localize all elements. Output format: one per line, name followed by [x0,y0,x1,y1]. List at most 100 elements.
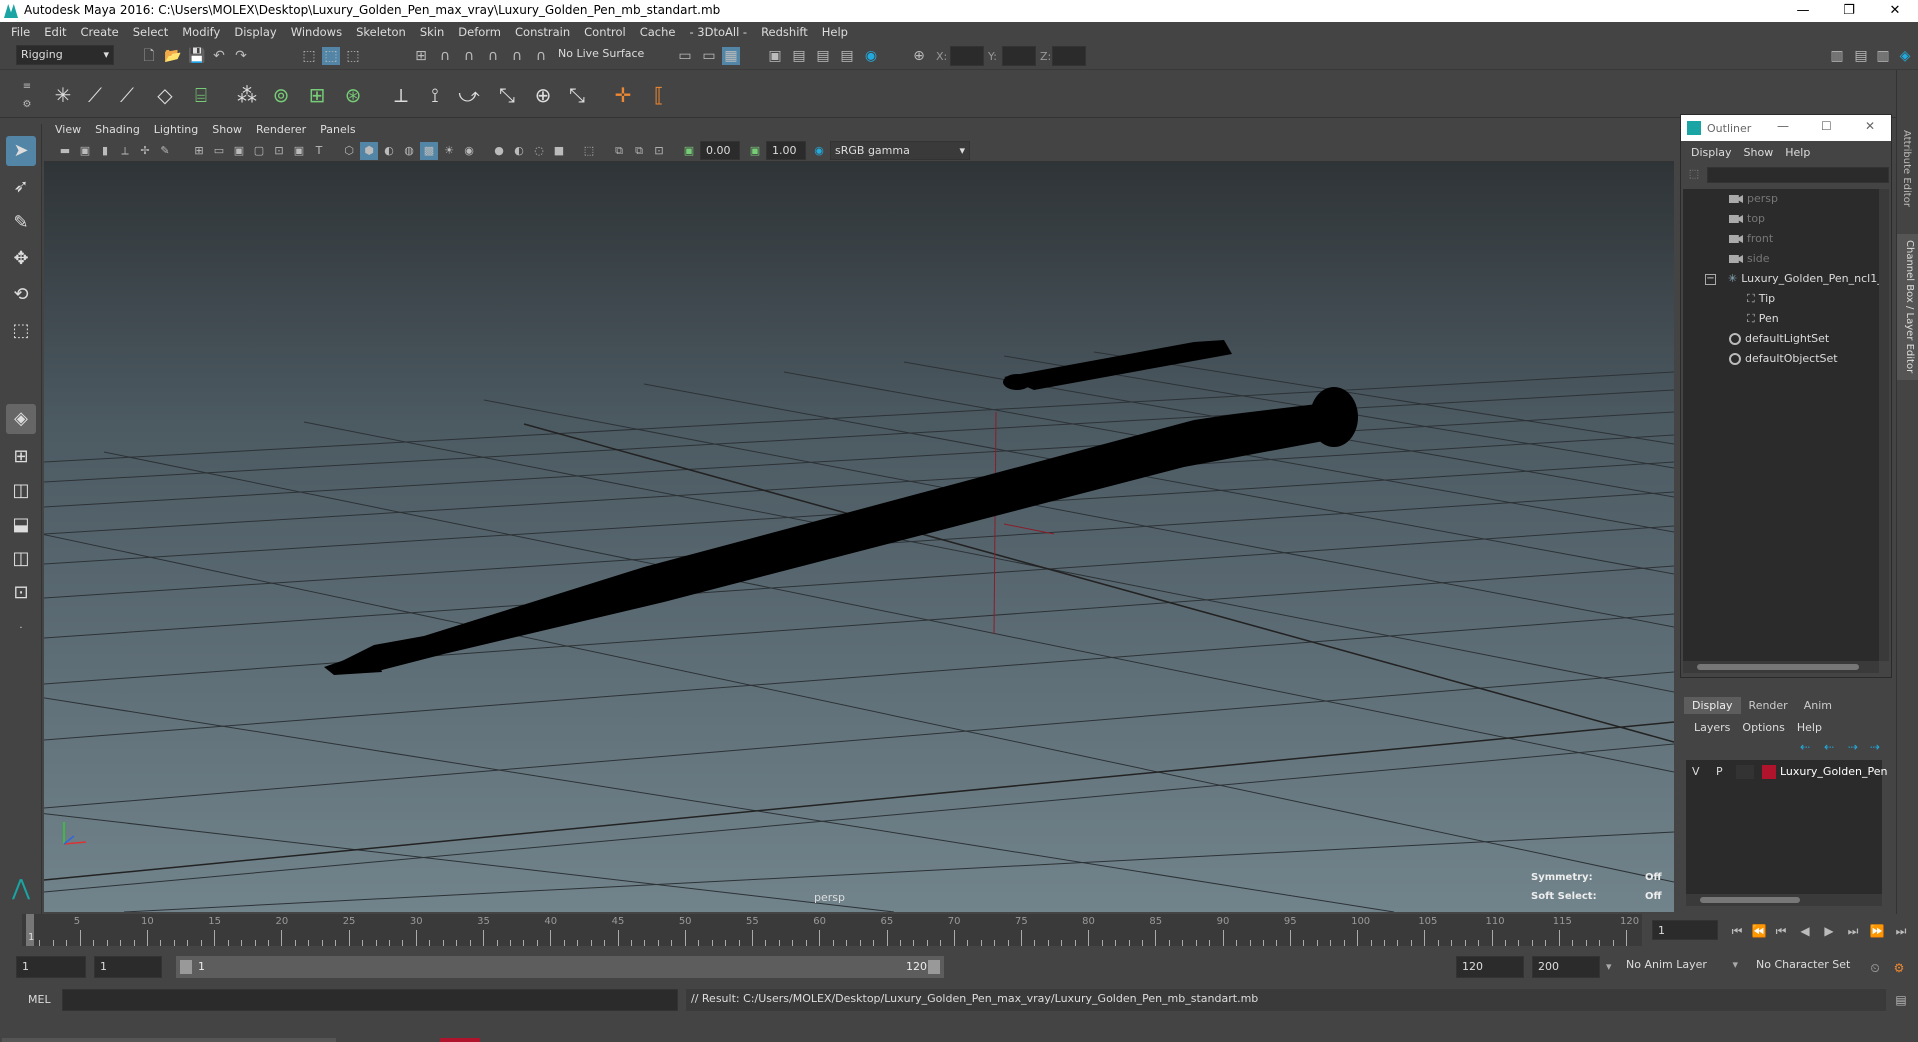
layer-move-down-icon[interactable]: ⇠ [1824,740,1834,754]
outliner-menu-display[interactable]: Display [1685,146,1738,159]
menu-3dtoall[interactable]: - 3DtoAll - [682,22,754,42]
outliner-menu-help[interactable]: Help [1779,146,1816,159]
attribute-editor-tab[interactable]: Attribute Editor [1901,130,1912,207]
layer-playback-toggle[interactable]: P [1716,765,1723,778]
shelf-settings-icon[interactable]: ⚙ [18,96,36,114]
smooth-bind-icon[interactable]: ⟂ [386,80,416,110]
outliner-vertical-scrollbar[interactable] [1879,189,1889,661]
menu-cache[interactable]: Cache [633,22,683,42]
motion-blur-icon[interactable]: ● [490,142,508,160]
camera-select-icon[interactable]: ▬ [56,142,74,160]
menuset-dropdown[interactable]: Rigging ▾ [16,45,114,65]
cluster-icon[interactable]: ⁂ [232,80,262,110]
layer-menu-options[interactable]: Options [1736,721,1790,734]
outliner-scroll-thumb[interactable] [1697,664,1859,670]
time-slider[interactable]: 5 10 15 20 25 30 35 40 45 50 55 60 65 70 75 80 85 90 95 100… [0,914,1918,952]
outliner-item-top[interactable]: top [1729,209,1765,229]
step-back-frame-icon[interactable]: ⏪ [1750,922,1768,940]
current-frame-field[interactable]: 1 [1652,920,1718,940]
viewport-menu-shading[interactable]: Shading [88,120,147,140]
chevron-down-icon[interactable]: ▾ [1606,960,1612,973]
menu-redshift[interactable]: Redshift [754,22,815,42]
range-end-handle[interactable] [928,960,940,974]
output-ops-icon[interactable]: ▭ [700,47,718,65]
collapse-icon[interactable]: − [1705,273,1716,285]
smooth-shade-icon[interactable]: ⬢ [360,142,378,160]
gamma-icon[interactable]: ▣ [746,142,764,160]
live-surface-field[interactable]: No Live Surface [554,45,648,65]
channel-box-toggle-icon[interactable]: ▤ [1852,47,1870,65]
move-tool-icon[interactable]: ✥ [6,244,36,274]
menu-display[interactable]: Display [227,22,283,42]
hypershade-icon[interactable]: ◉ [862,47,880,65]
aim-constraint-icon[interactable]: ⊕ [528,80,558,110]
outliner-item-default-light-set[interactable]: defaultLightSet [1729,329,1829,349]
transform-constraint-icon[interactable]: ⊕ [910,47,928,65]
menu-edit[interactable]: Edit [37,22,73,42]
outliner-horizontal-scrollbar[interactable] [1683,661,1879,673]
menu-windows[interactable]: Windows [284,22,349,42]
construction-history-icon[interactable]: ▦ [722,47,740,65]
outliner-item-pen-group[interactable]: − ✳ Luxury_Golden_Pen_ncl1_ [1705,269,1883,289]
channel-box-tab[interactable]: Channel Box / Layer Editor [1897,234,1918,380]
select-component-icon[interactable]: ⬚ [344,47,362,65]
auto-key-icon[interactable]: ⏲ [1866,959,1884,977]
resolution-gate-icon[interactable]: ▣ [230,142,248,160]
outliner-close-button[interactable]: ✕ [1865,119,1875,133]
step-back-key-icon[interactable]: ⏮ [1772,922,1790,940]
render-view-icon[interactable]: ▣ [766,47,784,65]
play-forwards-icon[interactable]: ▶ [1820,922,1838,940]
undo-icon[interactable]: ↶ [210,47,228,65]
colorspace-dropdown[interactable]: sRGB gamma ▾ [830,141,970,160]
close-button[interactable]: ✕ [1872,0,1918,22]
outliner-search-input[interactable] [1707,167,1889,183]
two-pane-stacked-icon[interactable]: ⬓ [6,510,36,540]
animation-end-field[interactable]: 200 [1532,956,1600,978]
render-current-icon[interactable]: ▤ [790,47,808,65]
custom-layout-icon[interactable]: · [6,614,36,644]
lasso-tool-icon[interactable]: ➶ [6,172,36,202]
layer-type-toggle[interactable] [1736,765,1754,779]
wireframe-icon[interactable]: ⬡ [340,142,358,160]
range-start-handle[interactable] [180,960,192,974]
point-constraint-icon[interactable]: ⤡ [492,80,522,110]
xray-icon[interactable]: ⬚ [580,142,598,160]
layer-scroll-thumb[interactable] [1700,897,1800,903]
x-coord-field[interactable] [950,46,984,66]
menu-control[interactable]: Control [577,22,633,42]
playback-start-field[interactable]: 1 [94,956,162,978]
depth-of-field-icon[interactable]: ◌ [530,142,548,160]
tab-display[interactable]: Display [1684,696,1741,714]
exposure-icon[interactable]: ▣ [680,142,698,160]
restore-button[interactable]: ❐ [1826,0,1872,22]
script-editor-icon[interactable]: ▤ [1892,991,1910,1009]
menu-help[interactable]: Help [815,22,855,42]
multisample-icon[interactable]: ◐ [510,142,528,160]
color-management-icon[interactable]: ◉ [810,142,828,160]
single-pane-icon[interactable]: ◈ [6,404,36,434]
time-slider-track[interactable]: 5 10 15 20 25 30 35 40 45 50 55 60 65 70 75 80 85 90 95 100… [22,914,1642,946]
new-scene-icon[interactable]: 🗋 [140,47,158,65]
two-pane-side-icon[interactable]: ◫ [6,476,36,506]
animation-preferences-icon[interactable]: ⚙ [1890,959,1908,977]
tab-anim[interactable]: Anim [1796,697,1840,714]
ik-handle-icon[interactable]: ⟋ [80,80,110,110]
select-tool-icon[interactable]: ➤ [6,136,36,166]
layer-move-up-icon[interactable]: ⇠ [1800,740,1810,754]
menu-modify[interactable]: Modify [175,22,227,42]
isolate-view-icon[interactable]: ⊡ [650,142,668,160]
new-layer-icon[interactable]: ⇢ [1848,740,1858,754]
outliner-menu-show[interactable]: Show [1738,146,1780,159]
input-ops-icon[interactable]: ▭ [676,47,694,65]
wrap-deformer-icon[interactable]: ⊞ [302,80,332,110]
attribute-editor-toggle-icon[interactable]: ◈ [1896,47,1914,65]
outliner-maximize-button[interactable]: ☐ [1821,119,1832,133]
menu-skin[interactable]: Skin [413,22,451,42]
range-slider[interactable]: 1 120 [176,956,944,978]
outliner-item-side[interactable]: side [1729,249,1770,269]
textured-icon[interactable]: ◍ [400,142,418,160]
snap-curve-icon[interactable]: ∩ [436,47,454,65]
viewport-menu-show[interactable]: Show [205,120,249,140]
image-plane-icon[interactable]: ⟂ [116,142,134,160]
viewport-menu-panels[interactable]: Panels [313,120,362,140]
